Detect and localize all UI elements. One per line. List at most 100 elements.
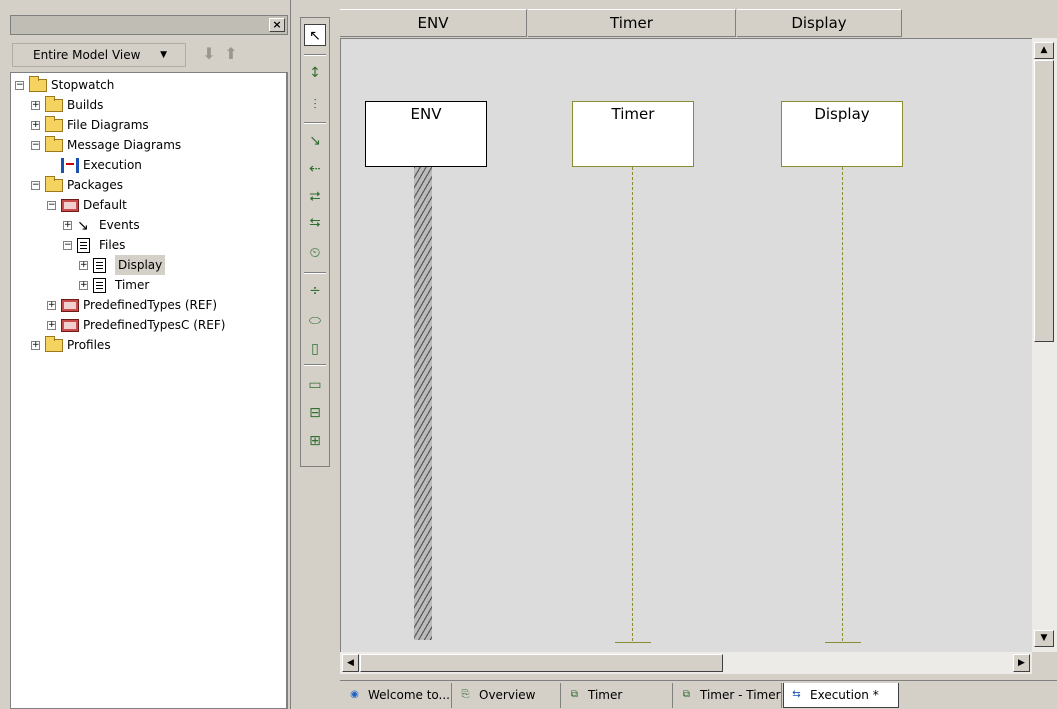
interaction-occurrence-icon[interactable]: ⬭ xyxy=(304,310,326,332)
horizontal-scroll-thumb[interactable] xyxy=(360,654,723,672)
tree-node[interactable]: − Default xyxy=(11,195,286,215)
display-lifeline-end xyxy=(825,642,861,643)
browser-view-bar: Entire Model View ▼ ⬇ ⬆ xyxy=(10,38,288,72)
tab-welcome-to[interactable]: ◉ Welcome to... xyxy=(342,683,452,708)
column-header-env[interactable]: ENV xyxy=(340,9,527,37)
view-dropdown[interactable]: Entire Model View ▼ xyxy=(12,43,186,67)
expand-icon[interactable]: + xyxy=(31,101,40,110)
tab-timer[interactable]: ⧉ Timer xyxy=(562,683,673,708)
tool-palette-frame: ↖ ↕ ⫶ ↘ ⇠ ⮂ ⮀ ⏲ ÷ ⬭ ▯ ▭ ⊟ ⊞ xyxy=(300,17,330,467)
expand-icon[interactable]: + xyxy=(31,121,40,130)
collapse-icon[interactable]: − xyxy=(15,81,24,90)
tab-label: Overview xyxy=(479,688,536,702)
tree-node[interactable]: + ↘ Events xyxy=(11,215,286,235)
tree-node[interactable]: + Display xyxy=(11,255,286,275)
create-arrow-icon[interactable]: ⮂ xyxy=(304,186,326,208)
package-icon xyxy=(61,319,79,332)
tree-node-label: Message Diagrams xyxy=(67,138,182,152)
tree-node[interactable]: + Timer xyxy=(11,275,286,295)
scroll-up-icon[interactable]: ▲ xyxy=(1034,42,1054,59)
folder-icon xyxy=(45,96,63,112)
collapse-icon[interactable]: − xyxy=(63,241,72,250)
lifeline-box-env[interactable]: ENV xyxy=(365,101,487,167)
timer-lifeline-end xyxy=(615,642,651,643)
frame-plus-icon[interactable]: ⊞ xyxy=(304,430,326,452)
scroll-left-icon[interactable]: ◀ xyxy=(342,654,359,672)
tree-node-label: Execution xyxy=(83,158,142,172)
palette-separator xyxy=(304,364,326,366)
globe-icon: ◉ xyxy=(350,689,359,700)
timeout-icon[interactable]: ⏲ xyxy=(304,242,326,264)
env-lifeline[interactable] xyxy=(414,167,432,640)
file-icon xyxy=(93,278,106,293)
action-block-icon[interactable]: ▯ xyxy=(304,338,326,360)
expand-icon[interactable]: + xyxy=(47,301,56,310)
expand-icon[interactable]: + xyxy=(79,261,88,270)
tree-node[interactable]: + PredefinedTypesC (REF) xyxy=(11,315,286,335)
scroll-down-icon[interactable]: ▼ xyxy=(1034,630,1054,647)
lifeline-box-timer[interactable]: Timer xyxy=(572,101,694,167)
tree-node-label: Events xyxy=(99,218,140,232)
horizontal-scrollbar[interactable]: ◀ ▶ xyxy=(340,652,1032,674)
tab-timer-timer[interactable]: ⧉ Timer - Timer xyxy=(674,683,782,708)
condition-mark-icon[interactable]: ÷ xyxy=(304,280,326,302)
lifeline-box-display[interactable]: Display xyxy=(781,101,903,167)
model-browser: × Entire Model View ▼ ⬇ ⬆ − Stopwatch + Bui… xyxy=(0,0,290,709)
collapse-icon[interactable]: − xyxy=(31,141,40,150)
vertical-scroll-thumb[interactable] xyxy=(1034,60,1054,342)
expand-icon[interactable]: + xyxy=(31,341,40,350)
scroll-right-icon[interactable]: ▶ xyxy=(1013,654,1030,672)
arrow-down-icon[interactable]: ⬇ xyxy=(200,45,218,63)
vertical-scrollbar[interactable]: ▲ ▼ xyxy=(1032,38,1057,652)
tree-node[interactable]: + Builds xyxy=(11,95,286,115)
expand-icon[interactable]: + xyxy=(79,281,88,290)
file-icon xyxy=(93,258,106,273)
collapse-icon[interactable]: − xyxy=(31,181,40,190)
collapse-icon[interactable]: − xyxy=(47,201,56,210)
tree-node-label: Stopwatch xyxy=(51,78,115,92)
display-lifeline[interactable] xyxy=(842,167,843,641)
tree-node[interactable]: − Stopwatch xyxy=(11,75,286,95)
instance-line-icon[interactable]: ↕ xyxy=(304,62,326,84)
model-tree: − Stopwatch + Builds + File Diagrams − Message … xyxy=(10,72,288,709)
destroy-arrow-icon[interactable]: ⮀ xyxy=(304,212,326,234)
close-icon[interactable]: × xyxy=(269,18,285,32)
tree-node[interactable]: + File Diagrams xyxy=(11,115,286,135)
tree-node[interactable]: − Files xyxy=(11,235,286,255)
expand-icon[interactable]: + xyxy=(47,321,56,330)
timer-lifeline[interactable] xyxy=(632,167,633,641)
tree-node-label: Display xyxy=(115,255,166,275)
tree-node[interactable]: Execution xyxy=(11,155,286,175)
env-line-icon[interactable]: ⫶ xyxy=(304,94,326,116)
tool-palette: ↖ ↕ ⫶ ↘ ⇠ ⮂ ⮀ ⏲ ÷ ⬭ ▯ ▭ ⊟ ⊞ xyxy=(290,0,340,709)
tree-node[interactable]: − Packages xyxy=(11,175,286,195)
frame-icon[interactable]: ⊟ xyxy=(304,402,326,424)
event-icon: ↘ xyxy=(77,218,89,234)
partition-line-icon[interactable]: ▭ xyxy=(304,374,326,396)
folder-icon xyxy=(45,336,63,352)
folder-icon xyxy=(45,176,63,192)
tree-node-label: PredefinedTypes (REF) xyxy=(83,298,218,312)
select-arrow-icon[interactable]: ↖ xyxy=(304,24,326,46)
tree-node[interactable]: − Message Diagrams xyxy=(11,135,286,155)
column-header-display[interactable]: Display xyxy=(737,9,902,37)
tree-node-label: File Diagrams xyxy=(67,118,149,132)
folder-icon xyxy=(45,136,63,152)
tree-node[interactable]: + PredefinedTypes (REF) xyxy=(11,295,286,315)
message-icon[interactable]: ↘ xyxy=(304,130,326,152)
folder-icon xyxy=(45,116,63,132)
tree-node-label: PredefinedTypesC (REF) xyxy=(83,318,226,332)
palette-separator xyxy=(304,54,326,56)
browser-title-bar: × xyxy=(10,15,288,35)
palette-separator xyxy=(304,272,326,274)
arrow-up-icon[interactable]: ⬆ xyxy=(222,45,240,63)
expand-icon[interactable]: + xyxy=(63,221,72,230)
tree-node[interactable]: + Profiles xyxy=(11,335,286,355)
package-icon xyxy=(61,199,79,212)
statechart-icon: ⧉ xyxy=(682,689,691,700)
tree-node-label: Files xyxy=(99,238,126,252)
column-header-timer[interactable]: Timer xyxy=(528,9,736,37)
reply-message-icon[interactable]: ⇠ xyxy=(304,158,326,180)
tab-overview[interactable]: ⎘ Overview xyxy=(453,683,561,708)
tab-execution[interactable]: ⇆ Execution * xyxy=(783,683,899,708)
